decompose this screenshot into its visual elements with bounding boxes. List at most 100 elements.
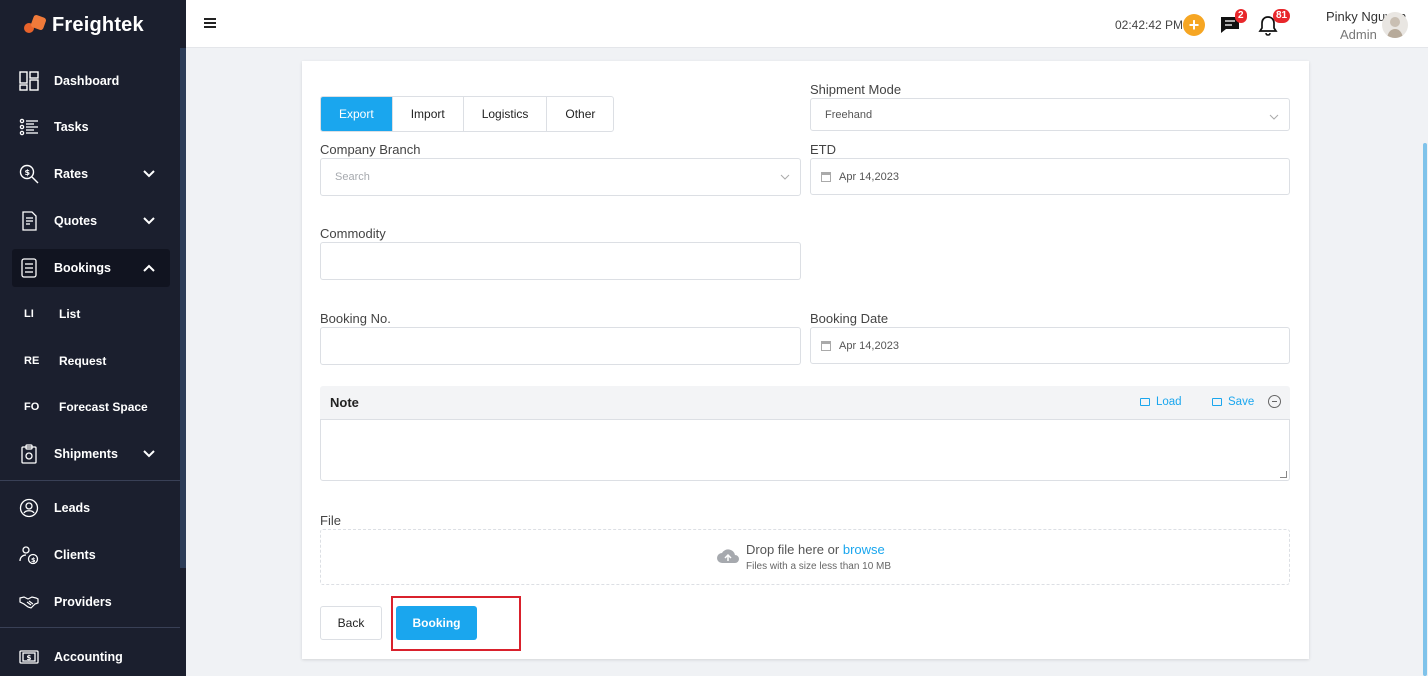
shipments-icon — [18, 443, 40, 465]
svg-text:$: $ — [31, 556, 36, 564]
note-save-label: Save — [1228, 396, 1255, 408]
user-role: Admin — [1340, 27, 1377, 42]
sidebar-item-shipments[interactable]: Shipments — [12, 435, 170, 473]
subitem-label: Request — [59, 354, 107, 368]
browse-link[interactable]: browse — [843, 542, 885, 557]
accounting-icon: $ — [18, 646, 40, 668]
etd-date-picker[interactable]: Apr 14,2023 — [810, 158, 1290, 195]
sidebar: Freightek Dashboard Tasks $ Rates Quotes… — [0, 0, 186, 676]
page-scrollbar[interactable] — [1423, 143, 1427, 676]
handshake-icon — [18, 591, 40, 613]
clock: 02:42:42 PM — [1115, 18, 1184, 32]
dropzone-hint: Files with a size less than 10 MB — [746, 561, 892, 572]
sidebar-item-label: Accounting — [54, 650, 123, 664]
note-load-button[interactable]: Load — [1140, 396, 1182, 408]
booking-date-value: Apr 14,2023 — [839, 339, 899, 352]
tasks-icon — [18, 116, 40, 138]
subitem-abbr: RE — [24, 355, 40, 367]
svg-text:$: $ — [27, 654, 32, 662]
sidebar-item-providers[interactable]: Providers — [12, 583, 170, 621]
floppy-icon — [1212, 398, 1222, 406]
note-load-label: Load — [1156, 396, 1182, 408]
chevron-down-icon — [143, 450, 155, 458]
sidebar-item-quotes[interactable]: Quotes — [12, 202, 170, 240]
collapse-icon[interactable] — [1268, 395, 1281, 408]
commodity-input[interactable] — [320, 242, 801, 280]
subitem-label: Forecast Space — [59, 400, 148, 414]
calendar-icon — [821, 340, 831, 351]
booking-no-input[interactable] — [320, 327, 801, 365]
subitem-label: List — [59, 307, 81, 321]
sidebar-divider — [0, 627, 180, 628]
sidebar-item-label: Providers — [54, 595, 112, 609]
brand[interactable]: Freightek — [0, 0, 186, 50]
sidebar-item-label: Quotes — [54, 214, 98, 228]
booking-no-label: Booking No. — [320, 311, 391, 326]
menu-toggle-icon[interactable] — [204, 18, 216, 28]
sidebar-subitem-request[interactable]: RE Request — [24, 351, 106, 371]
sidebar-item-label: Rates — [54, 167, 89, 181]
top-bar: 02:42:42 PM + 2 81 Pinky Nguyen Admin — [186, 0, 1428, 48]
sidebar-item-clients[interactable]: $ Clients — [12, 536, 170, 574]
rates-icon: $ — [18, 163, 40, 185]
shipment-mode-label: Shipment Mode — [810, 82, 902, 97]
folder-icon — [1140, 398, 1150, 406]
sidebar-item-dashboard[interactable]: Dashboard — [12, 62, 170, 100]
note-title: Note — [330, 395, 359, 410]
quotes-icon — [18, 210, 40, 232]
sidebar-item-label: Dashboard — [54, 74, 120, 88]
sidebar-subitem-forecast-space[interactable]: FO Forecast Space — [24, 397, 148, 417]
direction-tabs: Export Import Logistics Other — [320, 96, 615, 132]
booking-date-picker[interactable]: Apr 14,2023 — [810, 327, 1290, 364]
sidebar-item-label: Bookings — [54, 261, 111, 275]
file-dropzone[interactable]: Drop file here or browse Files with a si… — [320, 529, 1290, 585]
sidebar-divider — [0, 480, 180, 481]
cloud-upload-icon — [717, 549, 739, 563]
dropzone-text: Drop file here or browse — [746, 542, 885, 557]
highlight-box — [391, 596, 521, 651]
tab-logistics[interactable]: Logistics — [464, 97, 548, 131]
tab-other[interactable]: Other — [547, 97, 613, 131]
sidebar-item-label: Shipments — [54, 447, 118, 461]
company-branch-select[interactable]: Search — [320, 158, 801, 196]
back-button[interactable]: Back — [320, 606, 382, 640]
company-branch-label: Company Branch — [320, 142, 421, 157]
resize-handle-icon[interactable] — [1280, 471, 1287, 478]
sidebar-item-label: Tasks — [54, 120, 89, 134]
sidebar-item-rates[interactable]: $ Rates — [12, 155, 170, 193]
note-textarea[interactable] — [320, 419, 1290, 481]
subitem-abbr: FO — [24, 401, 40, 413]
calendar-icon — [821, 171, 831, 182]
svg-text:$: $ — [25, 168, 31, 177]
chevron-up-icon — [143, 264, 155, 272]
chevron-down-icon — [1269, 114, 1279, 120]
etd-label: ETD — [810, 142, 836, 157]
tab-import[interactable]: Import — [393, 97, 464, 131]
leads-icon — [18, 497, 40, 519]
bookings-icon — [18, 257, 40, 279]
chevron-down-icon — [143, 217, 155, 225]
shipment-mode-value: Freehand — [825, 108, 873, 121]
note-header: Note Load Save — [320, 386, 1290, 420]
shipment-mode-select[interactable]: Freehand — [810, 98, 1290, 131]
note-save-button[interactable]: Save — [1212, 396, 1254, 408]
sidebar-subitem-list[interactable]: LI List — [24, 304, 80, 324]
sidebar-item-bookings[interactable]: Bookings — [12, 249, 170, 287]
chevron-down-icon — [780, 174, 790, 180]
chevron-down-icon — [143, 170, 155, 178]
company-branch-placeholder: Search — [335, 171, 370, 183]
dropzone-drop-text: Drop file here or — [746, 542, 840, 557]
clients-icon: $ — [18, 544, 40, 566]
sidebar-item-tasks[interactable]: Tasks — [12, 108, 170, 146]
tab-export[interactable]: Export — [321, 97, 393, 131]
sidebar-scrollbar[interactable] — [180, 48, 186, 568]
sidebar-item-accounting[interactable]: $ Accounting — [12, 638, 170, 676]
commodity-label: Commodity — [320, 226, 386, 241]
subitem-abbr: LI — [24, 308, 34, 320]
avatar[interactable] — [1382, 12, 1408, 38]
sidebar-item-label: Leads — [54, 501, 91, 515]
app-name: Freightek — [52, 13, 144, 36]
sidebar-item-leads[interactable]: Leads — [12, 489, 170, 527]
add-button[interactable]: + — [1183, 14, 1205, 36]
notification-badge: 81 — [1273, 9, 1291, 23]
